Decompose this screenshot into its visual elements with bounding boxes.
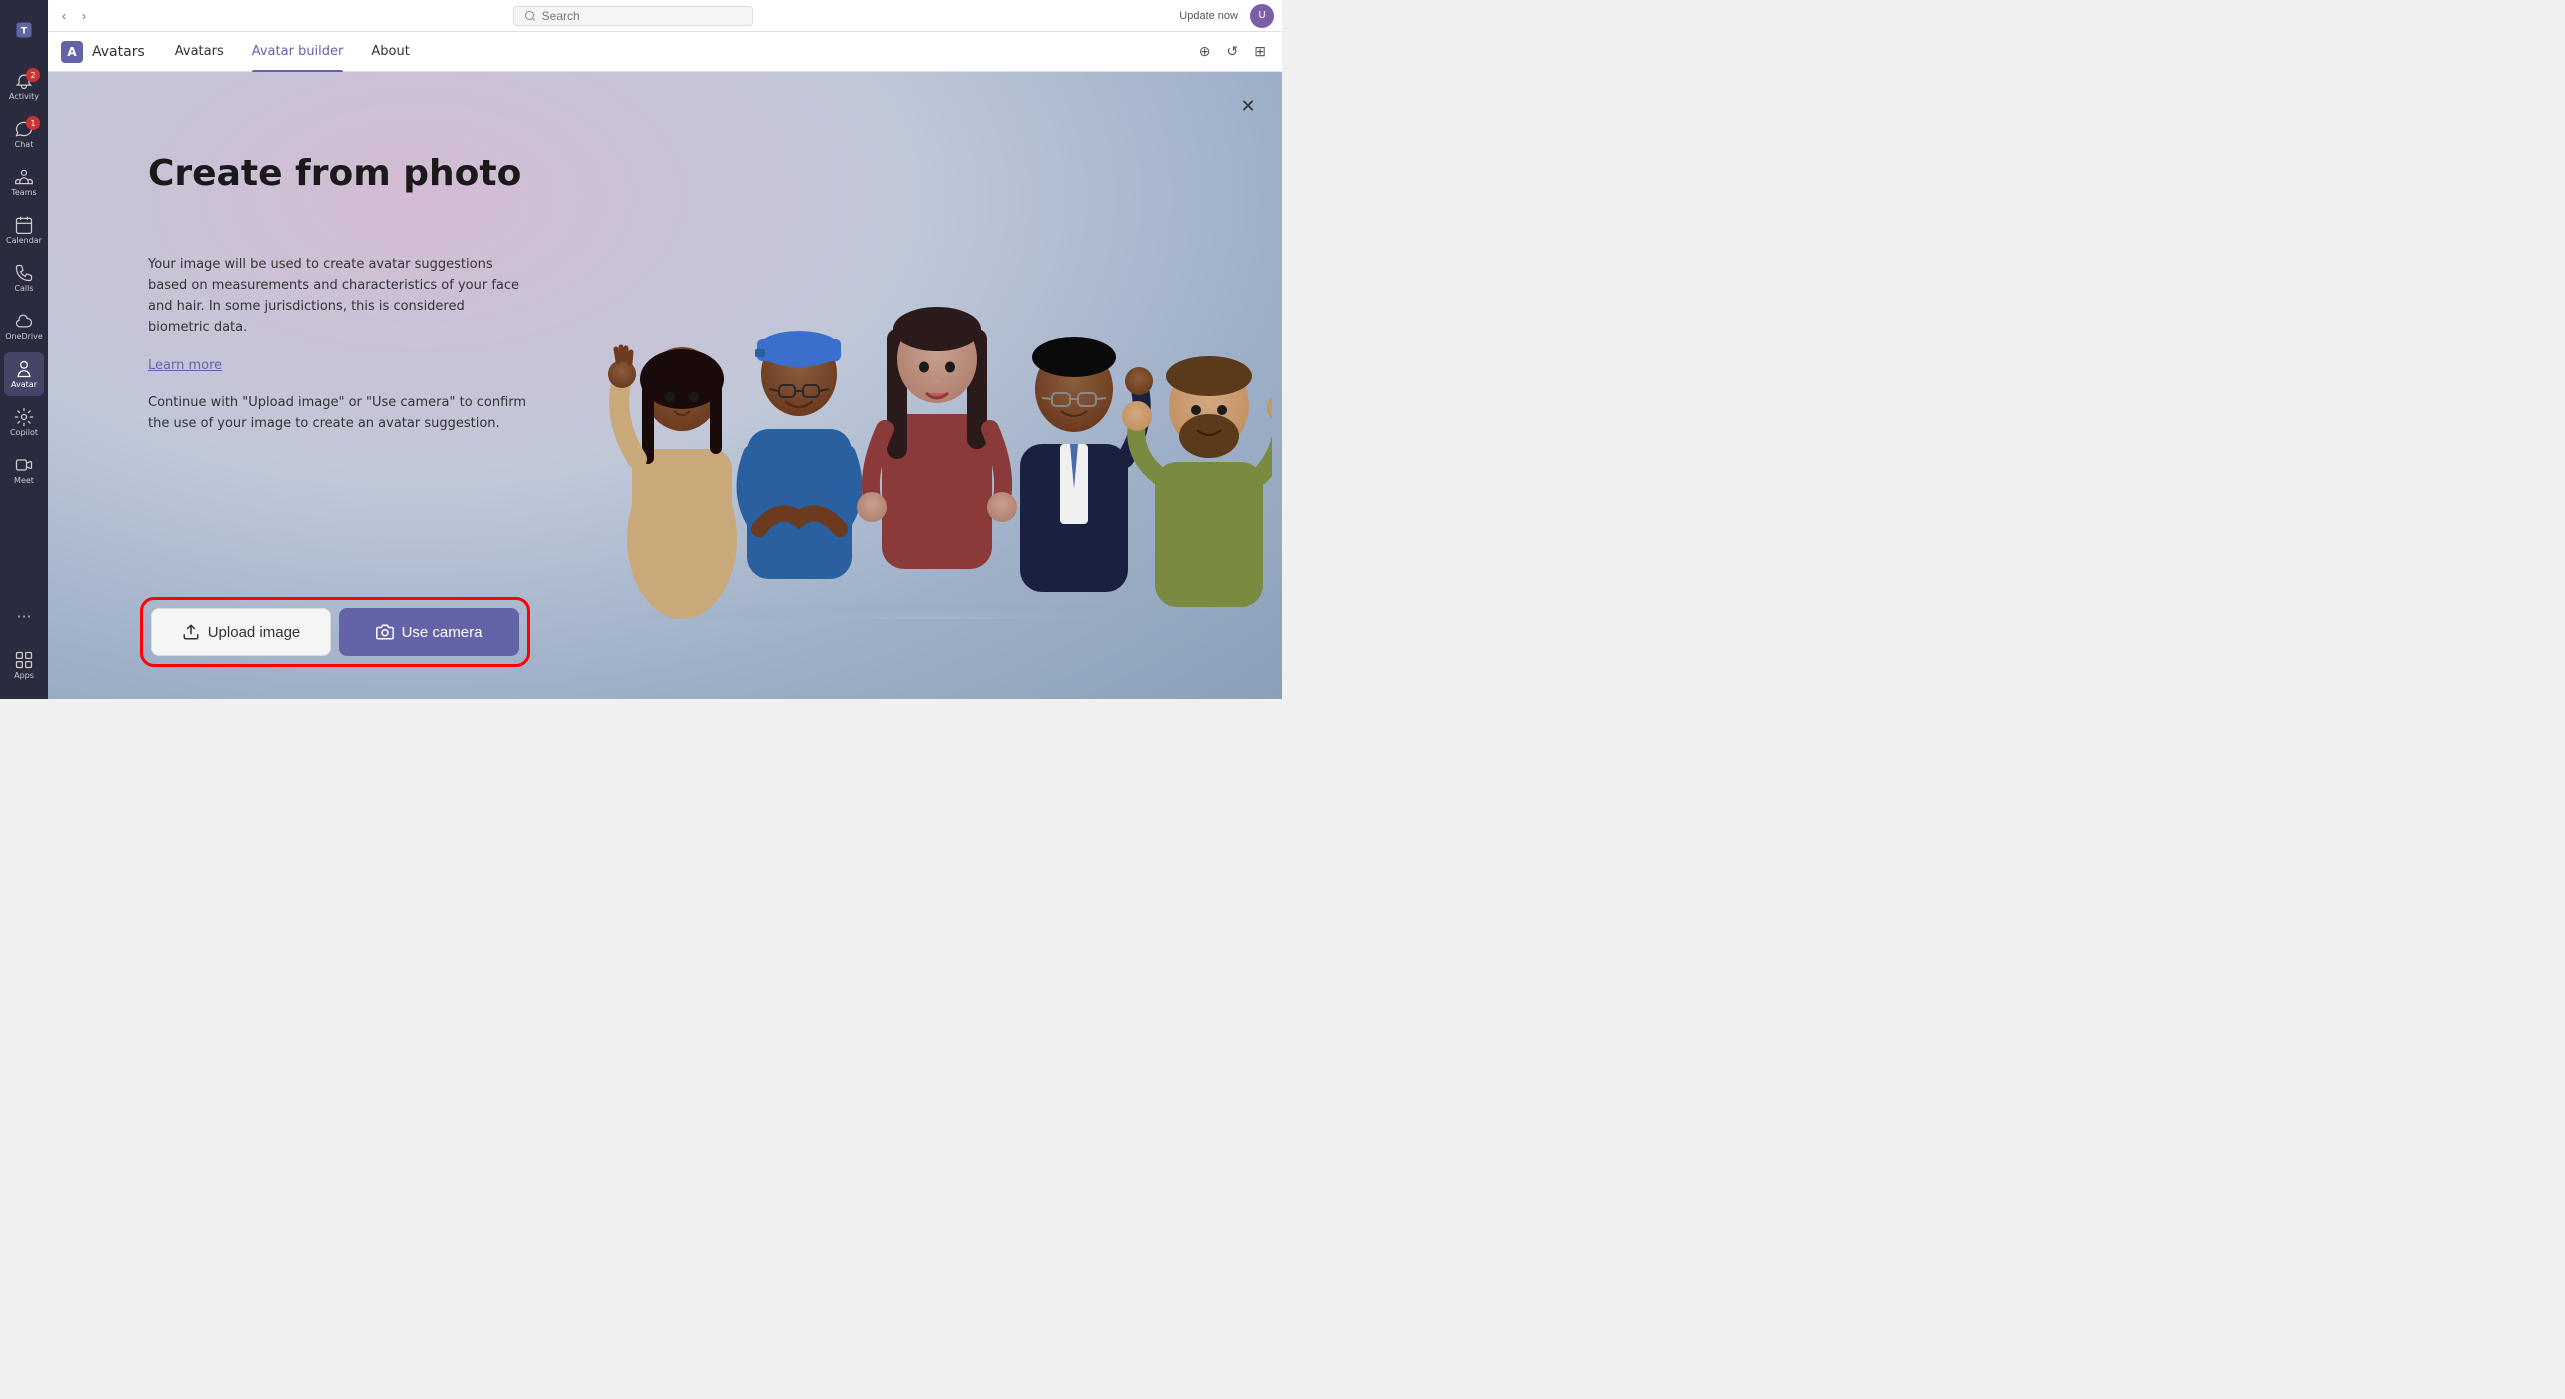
- use-camera-button[interactable]: Use camera: [339, 608, 519, 656]
- pin-icon-button[interactable]: ⊕: [1195, 39, 1215, 64]
- topbar: ‹ › Update now U: [48, 0, 1282, 32]
- activity-badge: 2: [26, 68, 40, 82]
- update-button[interactable]: Update now: [1173, 8, 1244, 24]
- text-content: Create from photo Your image will be use…: [148, 152, 528, 435]
- expand-icon-button[interactable]: ⊞: [1250, 39, 1270, 64]
- app-logo: A: [60, 40, 84, 64]
- search-input[interactable]: [542, 9, 722, 23]
- close-button[interactable]: ✕: [1234, 92, 1262, 120]
- sidebar-item-label-calls: Calls: [14, 285, 33, 293]
- sidebar-item-apps[interactable]: Apps: [4, 643, 44, 687]
- app-name: Avatars: [92, 44, 145, 60]
- sidebar-item-label-meet: Meet: [14, 477, 34, 485]
- camera-icon: [376, 623, 394, 641]
- svg-text:A: A: [67, 45, 77, 59]
- sidebar-item-label-onedrive: OneDrive: [5, 333, 43, 341]
- sidebar-item-calls[interactable]: Calls: [4, 256, 44, 300]
- sidebar-item-label-apps: Apps: [14, 672, 34, 680]
- forward-button[interactable]: ›: [76, 7, 92, 25]
- upload-label: Upload image: [208, 624, 301, 641]
- consent-text: Continue with "Upload image" or "Use cam…: [148, 393, 528, 435]
- sidebar-item-label-avatar: Avatar: [11, 381, 37, 389]
- app-tabbar: A Avatars Avatars Avatar builder About ⊕…: [48, 32, 1282, 72]
- sidebar-item-copilot[interactable]: Copilot: [4, 400, 44, 444]
- upload-icon: [182, 623, 200, 641]
- sidebar-item-teams[interactable]: Teams: [4, 160, 44, 204]
- sidebar-item-label-chat: Chat: [15, 141, 34, 149]
- chat-badge: 1: [26, 116, 40, 130]
- sidebar-teams-logo[interactable]: T: [4, 8, 44, 52]
- avatars-svg: [572, 119, 1272, 619]
- refresh-icon-button[interactable]: ↺: [1223, 39, 1243, 64]
- topbar-right: Update now U: [1173, 4, 1274, 28]
- avatars-display: [562, 102, 1282, 619]
- sidebar-item-chat[interactable]: 1 Chat: [4, 112, 44, 156]
- sidebar-dots-more[interactable]: ···: [4, 595, 44, 639]
- sidebar-item-label-activity: Activity: [9, 93, 39, 101]
- learn-more-link[interactable]: Learn more: [148, 358, 222, 373]
- sidebar: T 2 Activity 1 Chat Teams Calendar: [0, 0, 48, 699]
- svg-text:T: T: [21, 25, 28, 36]
- nav-buttons: ‹ ›: [56, 7, 92, 25]
- search-box: [100, 6, 1165, 26]
- sidebar-item-avatar[interactable]: Avatar: [4, 352, 44, 396]
- sidebar-item-activity[interactable]: 2 Activity: [4, 64, 44, 108]
- main-title: Create from photo: [148, 152, 528, 195]
- camera-label: Use camera: [402, 624, 483, 641]
- user-avatar[interactable]: U: [1250, 4, 1274, 28]
- sidebar-item-label-copilot: Copilot: [10, 429, 38, 437]
- back-button[interactable]: ‹: [56, 7, 72, 25]
- main-area: ‹ › Update now U A Avatars Avatars: [48, 0, 1282, 699]
- button-highlight-box: Upload image Use camera: [140, 597, 530, 667]
- topbar-action-icons: ⊕ ↺ ⊞: [1195, 39, 1270, 64]
- search-icon: [524, 10, 536, 22]
- sidebar-item-onedrive[interactable]: OneDrive: [4, 304, 44, 348]
- sidebar-item-meet[interactable]: Meet: [4, 448, 44, 492]
- sidebar-item-label-calendar: Calendar: [6, 237, 42, 245]
- buttons-area: Upload image Use camera: [128, 585, 542, 679]
- sidebar-item-calendar[interactable]: Calendar: [4, 208, 44, 252]
- description-text: Your image will be used to create avatar…: [148, 255, 528, 338]
- tab-about[interactable]: About: [357, 32, 423, 72]
- tab-avatar-builder[interactable]: Avatar builder: [238, 32, 358, 72]
- upload-image-button[interactable]: Upload image: [151, 608, 331, 656]
- content-area: ✕ Create from photo Your image will be u…: [48, 72, 1282, 699]
- search-container: [513, 6, 753, 26]
- tab-avatars[interactable]: Avatars: [161, 32, 238, 72]
- sidebar-item-label-teams: Teams: [11, 189, 36, 197]
